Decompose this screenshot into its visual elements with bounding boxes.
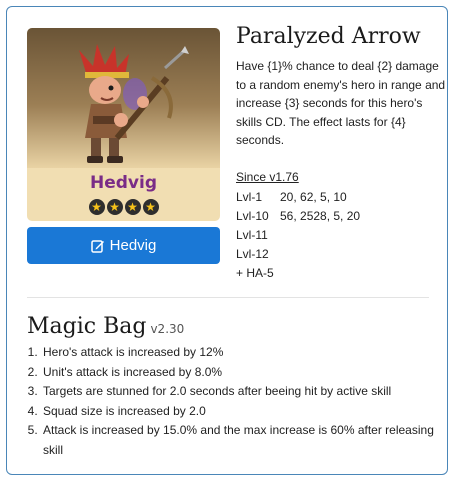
section-divider (27, 297, 429, 298)
magic-bag-item: Hero's attack is increased by 12% (41, 343, 446, 363)
edit-icon (90, 239, 104, 253)
level-name: Lvl-11 (236, 228, 268, 242)
star-icon: ★ (106, 199, 123, 215)
hero-button-label: Hedvig (109, 237, 157, 254)
skill-title: Paralyzed Arrow (236, 24, 421, 49)
hero-portrait: Hedvig ★ ★ ★ ★ (27, 28, 220, 221)
magic-bag-heading: Magic Bag v2.30 (27, 314, 184, 339)
level-name: Lvl-1 (236, 190, 263, 204)
star-icon: ★ (142, 199, 159, 215)
skill-description: Have {1}% chance to deal {2} damage to a… (236, 59, 446, 147)
level-row: + HA-5 (236, 264, 360, 283)
skill-levels: Lvl-1 20, 62, 5, 10 Lvl-10 56, 2528, 5, 20… (236, 188, 360, 283)
level-row: Lvl-12 (236, 245, 360, 264)
level-name: Lvl-10 (236, 209, 269, 223)
level-values: 56, 2528, 5, 20 (280, 209, 361, 223)
hero-stars: ★ ★ ★ ★ (27, 198, 220, 216)
magic-bag-title: Magic Bag (27, 314, 147, 339)
star-icon: ★ (88, 199, 105, 215)
magic-bag-version: v2.30 (150, 322, 185, 336)
hero-edit-button[interactable]: Hedvig (27, 227, 220, 264)
star-icon: ★ (124, 199, 141, 215)
hero-illustration (79, 44, 189, 163)
skill-since-version: Since v1.76 (236, 170, 299, 184)
magic-bag-item: Attack is increased by 15.0% and the max… (41, 421, 446, 460)
level-name: Lvl-12 (236, 247, 269, 261)
level-name: + HA-5 (236, 266, 274, 280)
magic-bag-item: Squad size is increased by 2.0 (41, 402, 446, 422)
level-row: Lvl-11 (236, 226, 360, 245)
magic-bag-item: Targets are stunned for 2.0 seconds afte… (41, 382, 446, 402)
level-row: Lvl-1 20, 62, 5, 10 (236, 188, 360, 207)
magic-bag-list: Hero's attack is increased by 12% Unit's… (29, 343, 446, 460)
level-row: Lvl-10 56, 2528, 5, 20 (236, 207, 360, 226)
hero-name: Hedvig (89, 173, 157, 193)
hero-card: Hedvig ★ ★ ★ ★ Hedvig Paralyzed Arrow Have … (6, 6, 448, 475)
level-values: 20, 62, 5, 10 (280, 190, 347, 204)
magic-bag-item: Unit's attack is increased by 8.0% (41, 363, 446, 383)
